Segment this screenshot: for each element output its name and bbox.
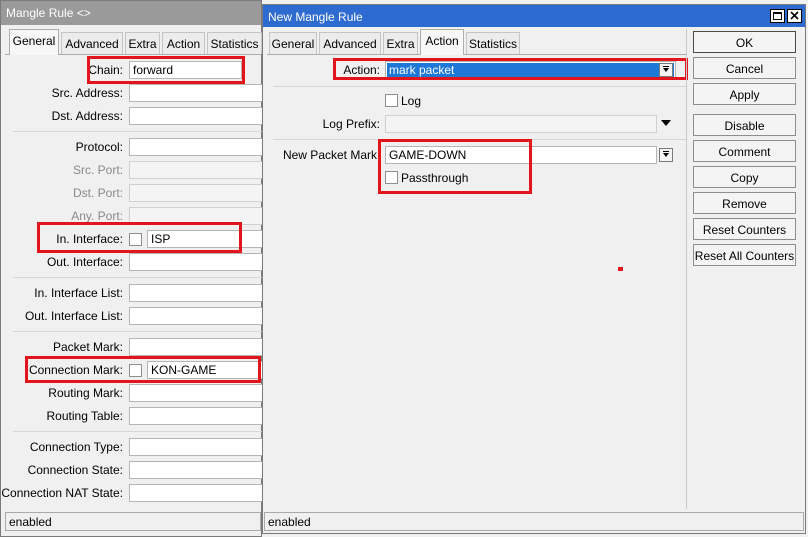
connection-state-label: Connection State: [27, 463, 123, 477]
window-title: New Mangle Rule [268, 10, 363, 24]
highlight-connection-mark [25, 356, 261, 383]
out-interface-list-field[interactable] [129, 307, 263, 325]
log-prefix-field [385, 115, 657, 133]
tab-action[interactable]: Action [420, 29, 464, 55]
out-interface-label: Out. Interface: [46, 255, 123, 269]
any-port-label: Any. Port: [71, 209, 123, 223]
dst-port-field [129, 184, 263, 202]
connection-type-field[interactable] [129, 438, 263, 456]
src-port-label: Src. Port: [72, 163, 123, 177]
connection-type-label: Connection Type: [29, 440, 123, 454]
connection-nat-state-label: Connection NAT State: [1, 486, 123, 500]
maximize-icon [773, 12, 782, 20]
dst-port-label: Dst. Port: [72, 186, 123, 200]
tab-advanced[interactable]: Advanced [61, 32, 123, 54]
status-bar: enabled [264, 512, 804, 531]
new-mangle-rule-titlebar[interactable]: New Mangle Rule [263, 5, 805, 27]
routing-mark-field[interactable] [129, 384, 263, 402]
packet-mark-field[interactable] [129, 338, 263, 356]
tab-extra[interactable]: Extra [383, 32, 418, 54]
log-label: Log [401, 94, 422, 108]
protocol-label: Protocol: [75, 140, 123, 154]
new-packet-mark-label: New Packet Mark [282, 148, 377, 162]
tab-action[interactable]: Action [162, 32, 205, 54]
log-checkbox[interactable] [385, 94, 398, 107]
connection-nat-state-field[interactable] [129, 484, 263, 502]
routing-mark-label: Routing Mark: [48, 386, 123, 400]
packet-mark-label: Packet Mark: [52, 340, 123, 354]
routing-table-field[interactable] [129, 407, 263, 425]
apply-button[interactable]: Apply [693, 83, 796, 105]
chevron-down-icon[interactable] [659, 148, 673, 162]
dst-address-label: Dst. Address: [51, 109, 123, 123]
mangle-rule-titlebar[interactable]: Mangle Rule <> [1, 1, 261, 25]
out-interface-list-label: Out. Interface List: [24, 309, 123, 323]
tab-general[interactable]: General [269, 32, 317, 54]
tab-statistics[interactable]: Statistics [466, 32, 520, 54]
close-icon [790, 11, 799, 20]
highlight-new-packet-mark [378, 139, 532, 194]
ok-button[interactable]: OK [693, 31, 796, 53]
src-address-label: Src. Address: [51, 86, 123, 100]
separator [13, 131, 263, 132]
reset-counters-button[interactable]: Reset Counters [693, 218, 796, 240]
tab-general[interactable]: General [9, 29, 59, 55]
vertical-divider [686, 29, 687, 509]
in-interface-list-label: In. Interface List: [34, 286, 123, 300]
highlight-in-interface [37, 222, 242, 253]
window-title: Mangle Rule <> [6, 6, 91, 20]
routing-table-label: Routing Table: [46, 409, 124, 423]
copy-button[interactable]: Copy [693, 166, 796, 188]
remove-button[interactable]: Remove [693, 192, 796, 214]
disable-button[interactable]: Disable [693, 114, 796, 136]
connection-state-field[interactable] [129, 461, 263, 479]
separator [13, 277, 263, 278]
log-prefix-label: Log Prefix: [322, 117, 380, 131]
highlight-action [333, 58, 688, 80]
src-address-field[interactable] [129, 84, 263, 102]
tab-extra[interactable]: Extra [125, 32, 160, 54]
out-interface-field[interactable] [129, 253, 263, 271]
protocol-field[interactable] [129, 138, 263, 156]
tab-statistics[interactable]: Statistics [207, 32, 262, 54]
comment-button[interactable]: Comment [693, 140, 796, 162]
separator [273, 86, 687, 87]
cancel-button[interactable]: Cancel [693, 57, 796, 79]
mangle-rule-window: Mangle Rule <> General Advanced Extra Ac… [0, 0, 263, 537]
in-interface-list-field[interactable] [129, 284, 263, 302]
separator [13, 331, 263, 332]
highlight-chain [87, 56, 245, 84]
dst-address-field[interactable] [129, 107, 263, 125]
tab-advanced[interactable]: Advanced [319, 32, 381, 54]
close-button[interactable] [787, 9, 802, 23]
maximize-button[interactable] [770, 9, 785, 23]
reset-all-counters-button[interactable]: Reset All Counters [693, 244, 796, 266]
tab-divider [267, 54, 687, 55]
red-dot [618, 267, 623, 271]
src-port-field [129, 161, 263, 179]
status-bar: enabled [5, 512, 261, 531]
separator [13, 431, 263, 432]
chevron-down-icon[interactable] [661, 120, 673, 128]
